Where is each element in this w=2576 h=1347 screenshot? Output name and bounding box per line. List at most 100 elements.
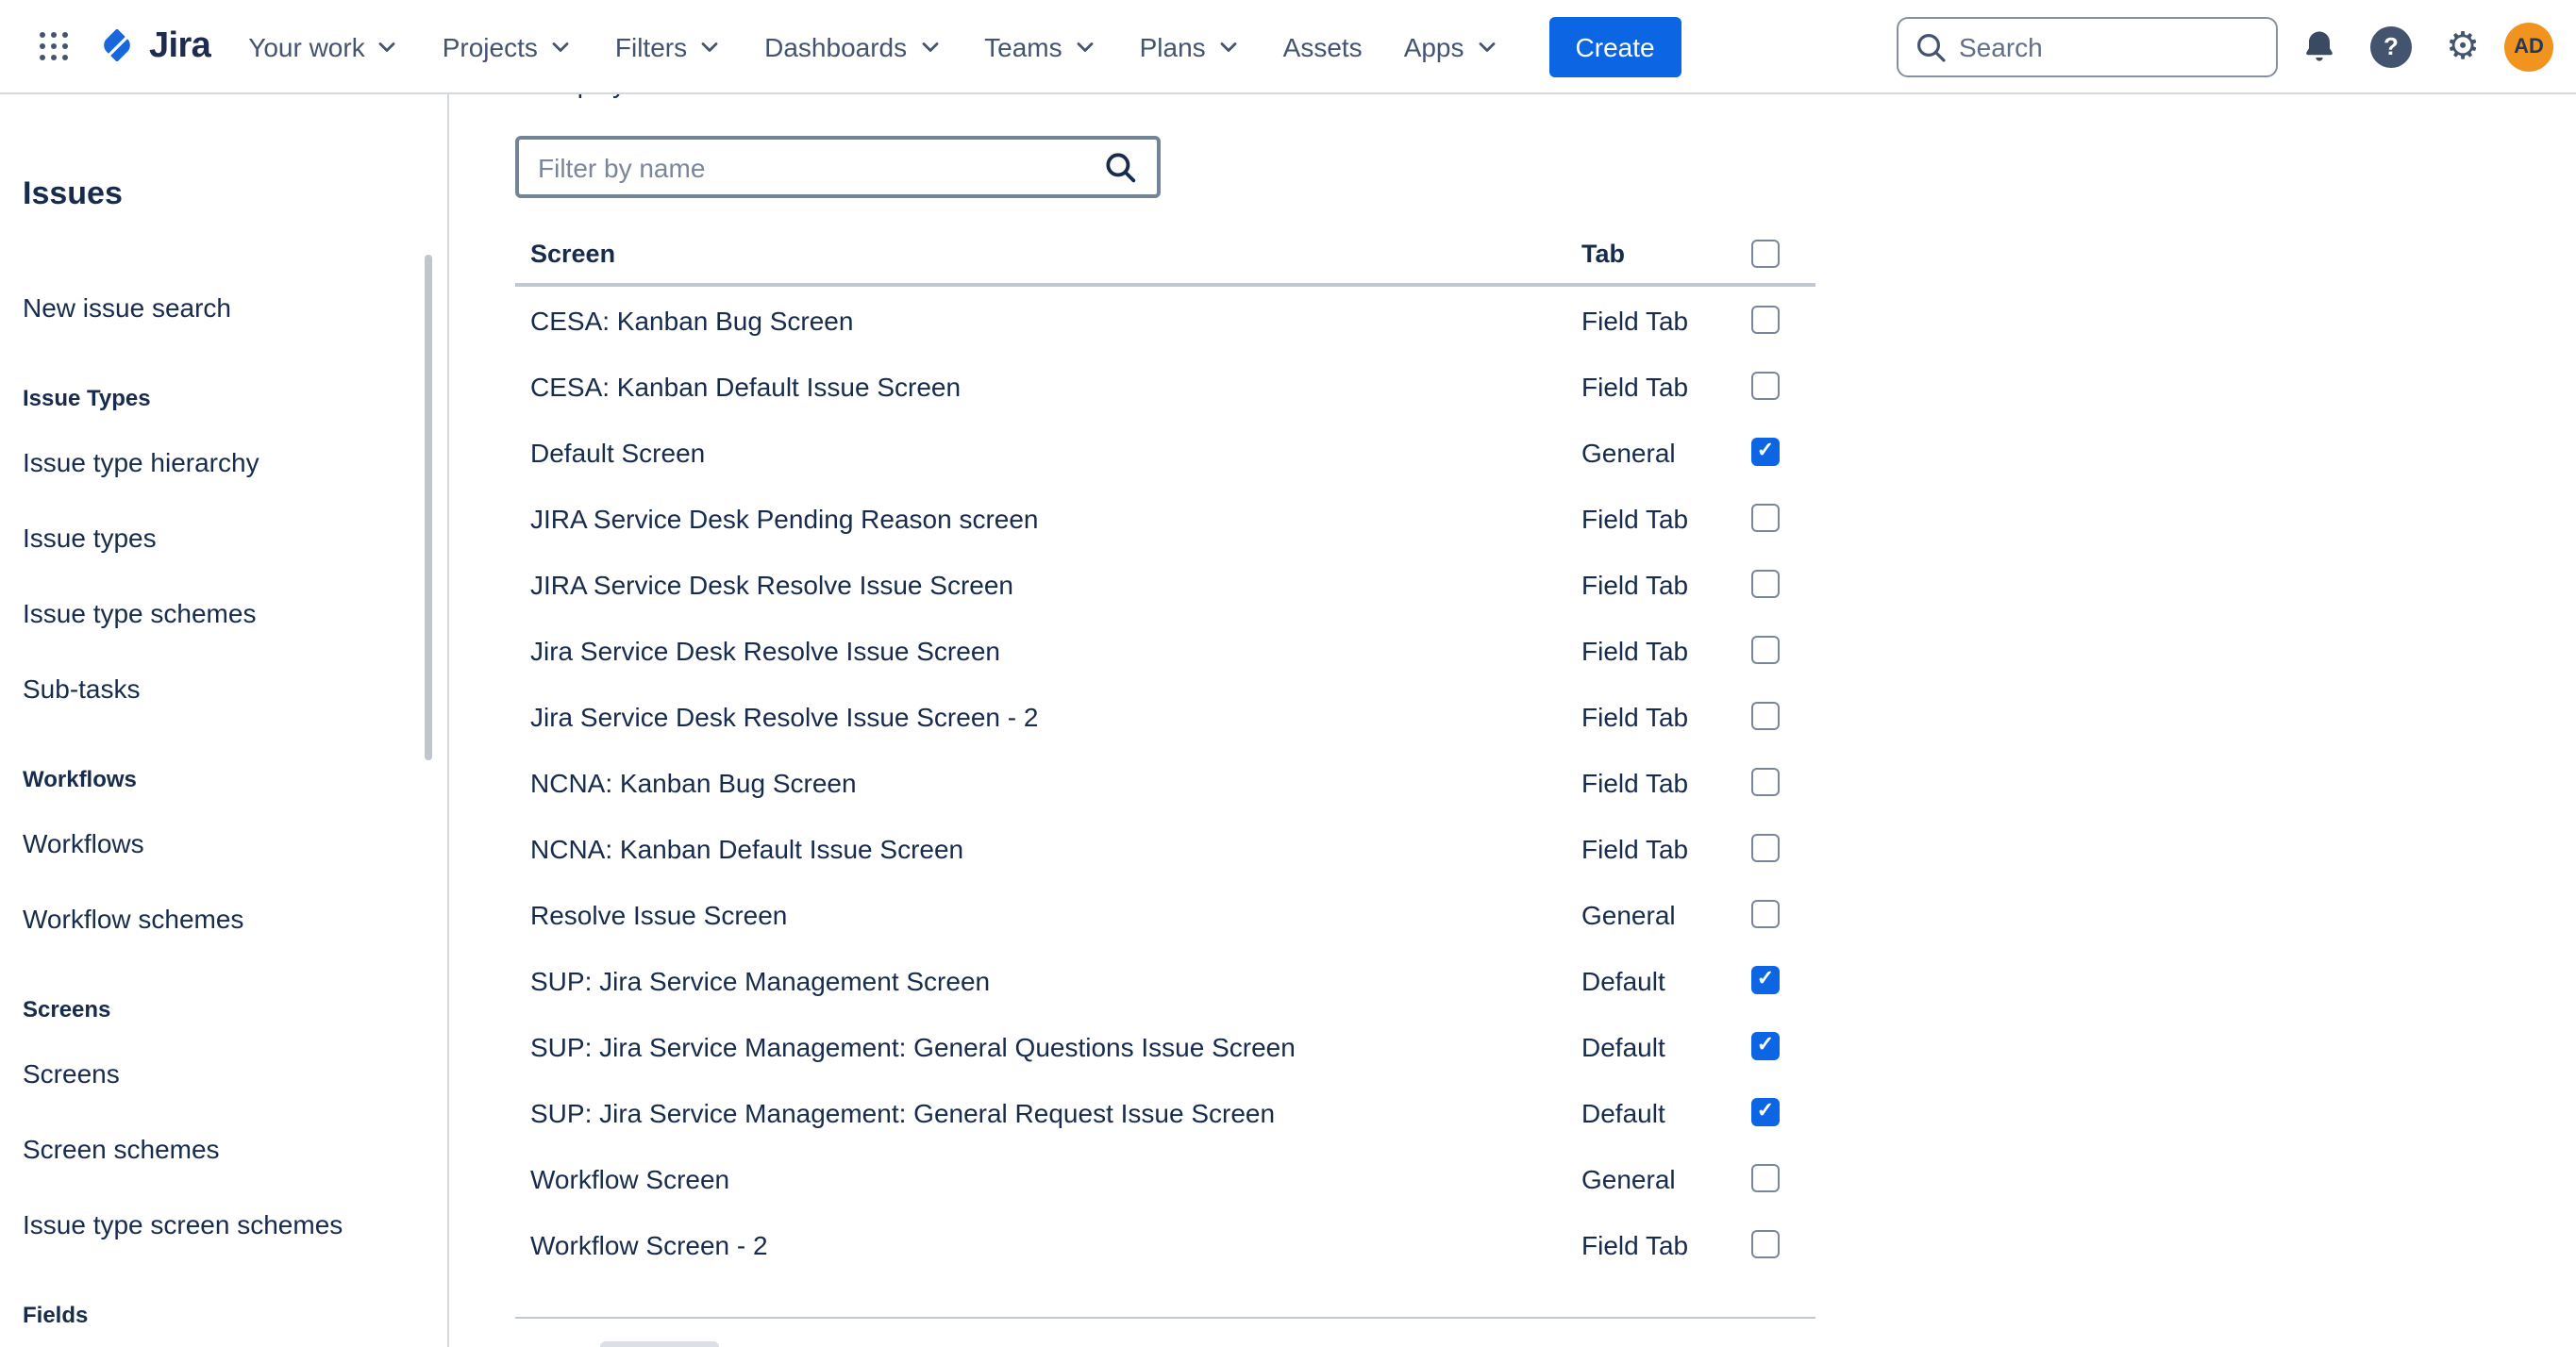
sidebar-item-screen-schemes[interactable]: Screen schemes (23, 1111, 413, 1187)
row-checkbox[interactable] (1751, 1032, 1780, 1060)
select-all-checkbox[interactable] (1751, 239, 1780, 267)
row-checkbox[interactable] (1751, 900, 1780, 928)
primary-nav: Your work Projects Filters Dashboards Te… (229, 18, 1518, 75)
row-checkbox[interactable] (1751, 1098, 1780, 1126)
nav-item-your-work[interactable]: Your work (229, 18, 420, 75)
table-row: JIRA Service Desk Resolve Issue Screen F… (515, 551, 1815, 617)
sidebar-section-fields: Fields (23, 1298, 413, 1332)
nav-item-label: Filters (615, 31, 687, 61)
chevron-down-icon (696, 33, 723, 59)
notifications-button[interactable] (2289, 16, 2350, 76)
sidebar-item-workflow-schemes[interactable]: Workflow schemes (23, 881, 413, 956)
row-checkbox[interactable] (1751, 1164, 1780, 1192)
table-row: Workflow Screen - 2 Field Tab (515, 1211, 1815, 1277)
nav-item-plans[interactable]: Plans (1121, 18, 1261, 75)
filter-input[interactable] (538, 152, 1087, 182)
filter-field[interactable] (515, 136, 1161, 198)
jira-logo-icon (94, 24, 140, 69)
row-checkbox[interactable] (1751, 570, 1780, 598)
sidebar-section-screens: Screens (23, 992, 413, 1026)
sidebar-item-screens[interactable]: Screens (23, 1036, 413, 1111)
sidebar-item-issue-type-screen-schemes[interactable]: Issue type screen schemes (23, 1187, 413, 1262)
nav-item-projects[interactable]: Projects (424, 18, 593, 75)
nav-item-label: Assets (1283, 31, 1363, 61)
tab-cell: Default (1581, 1097, 1744, 1127)
nav-item-label: Plans (1140, 31, 1206, 61)
row-checkbox[interactable] (1751, 306, 1780, 334)
table-row: SUP: Jira Service Management Screen Defa… (515, 947, 1815, 1013)
table-row: Jira Service Desk Resolve Issue Screen -… (515, 683, 1815, 749)
table-body: CESA: Kanban Bug Screen Field Tab CESA: … (515, 287, 1815, 1277)
jira-logo[interactable]: Jira (94, 24, 210, 69)
screen-name-cell: SUP: Jira Service Management Screen (515, 965, 1581, 995)
screens-table: Screen Tab CESA: Kanban Bug Screen Field… (515, 223, 1815, 1319)
screen-name-cell: CESA: Kanban Bug Screen (515, 305, 1581, 335)
search-input[interactable] (1959, 31, 2261, 61)
screen-name-cell: Workflow Screen (515, 1163, 1581, 1193)
search-icon (1914, 29, 1948, 63)
sidebar-item-issue-type-schemes[interactable]: Issue type schemes (23, 575, 413, 651)
update-button-cutoff[interactable] (600, 1341, 719, 1347)
nav-item-label: Projects (443, 31, 538, 61)
tab-cell: Default (1581, 1031, 1744, 1061)
user-avatar[interactable]: AD (2504, 22, 2553, 71)
chevron-down-icon (916, 33, 943, 59)
row-checkbox[interactable] (1751, 372, 1780, 400)
create-button[interactable]: Create (1549, 16, 1681, 76)
table-row: CESA: Kanban Bug Screen Field Tab (515, 287, 1815, 353)
row-checkbox[interactable] (1751, 966, 1780, 994)
screen-name-cell: SUP: Jira Service Management: General Qu… (515, 1031, 1581, 1061)
nav-item-teams[interactable]: Teams (965, 18, 1116, 75)
help-button[interactable]: ? (2361, 16, 2421, 76)
top-navbar: Jira Your work Projects Filters Dashboar… (0, 0, 2576, 94)
app-switcher-button[interactable] (23, 16, 83, 76)
nav-item-filters[interactable]: Filters (596, 18, 742, 75)
row-checkbox[interactable] (1751, 504, 1780, 532)
sidebar-item-new-issue-search[interactable]: New issue search (23, 270, 413, 345)
nav-item-label: Teams (984, 31, 1062, 61)
tab-cell: General (1581, 899, 1744, 929)
tab-cell: Field Tab (1581, 833, 1744, 863)
column-header-tab: Tab (1581, 239, 1744, 267)
table-row: Jira Service Desk Resolve Issue Screen F… (515, 617, 1815, 683)
nav-item-apps[interactable]: Apps (1385, 18, 1519, 75)
screen-name-cell: SUP: Jira Service Management: General Re… (515, 1097, 1581, 1127)
row-checkbox[interactable] (1751, 702, 1780, 730)
main-content: displayed Screen Tab CESA: Kanban Bug Sc… (449, 0, 2576, 1347)
sidebar-item-issue-types[interactable]: Issue types (23, 500, 413, 575)
chevron-down-icon (1215, 33, 1242, 59)
screen-name-cell: Resolve Issue Screen (515, 899, 1581, 929)
sidebar-section-issue-types: Issue Types (23, 381, 413, 415)
notification-bell-icon (2299, 25, 2340, 67)
tab-cell: Field Tab (1581, 767, 1744, 797)
screen-name-cell: Workflow Screen - 2 (515, 1229, 1581, 1259)
sidebar-item-issue-type-hierarchy[interactable]: Issue type hierarchy (23, 424, 413, 500)
sidebar-scrollbar-thumb[interactable] (425, 255, 432, 760)
navbar-search[interactable] (1897, 16, 2278, 76)
tab-cell: Field Tab (1581, 569, 1744, 599)
table-row: SUP: Jira Service Management: General Re… (515, 1079, 1815, 1145)
sidebar-item-sub-tasks[interactable]: Sub-tasks (23, 651, 413, 726)
tab-cell: Field Tab (1581, 371, 1744, 401)
row-checkbox[interactable] (1751, 636, 1780, 664)
screen-name-cell: JIRA Service Desk Resolve Issue Screen (515, 569, 1581, 599)
nav-item-label: Dashboards (764, 31, 907, 61)
row-checkbox[interactable] (1751, 438, 1780, 466)
row-checkbox[interactable] (1751, 768, 1780, 796)
nav-item-label: Your work (248, 31, 365, 61)
nav-item-assets[interactable]: Assets (1264, 18, 1381, 75)
tab-cell: Field Tab (1581, 635, 1744, 665)
admin-sidebar: Issues New issue search Issue Types Issu… (0, 94, 449, 1347)
table-row: Default Screen General (515, 419, 1815, 485)
nav-item-dashboards[interactable]: Dashboards (745, 18, 962, 75)
row-checkbox[interactable] (1751, 1230, 1780, 1258)
row-checkbox[interactable] (1751, 834, 1780, 862)
tab-cell: Field Tab (1581, 305, 1744, 335)
sidebar-groups: New issue search Issue Types Issue type … (23, 270, 413, 1332)
screen-name-cell: NCNA: Kanban Default Issue Screen (515, 833, 1581, 863)
sidebar-item-workflows[interactable]: Workflows (23, 806, 413, 881)
table-row: JIRA Service Desk Pending Reason screen … (515, 485, 1815, 551)
settings-button[interactable]: ⚙ (2433, 16, 2493, 76)
chevron-down-icon (1072, 33, 1098, 59)
chevron-down-icon (375, 33, 401, 59)
